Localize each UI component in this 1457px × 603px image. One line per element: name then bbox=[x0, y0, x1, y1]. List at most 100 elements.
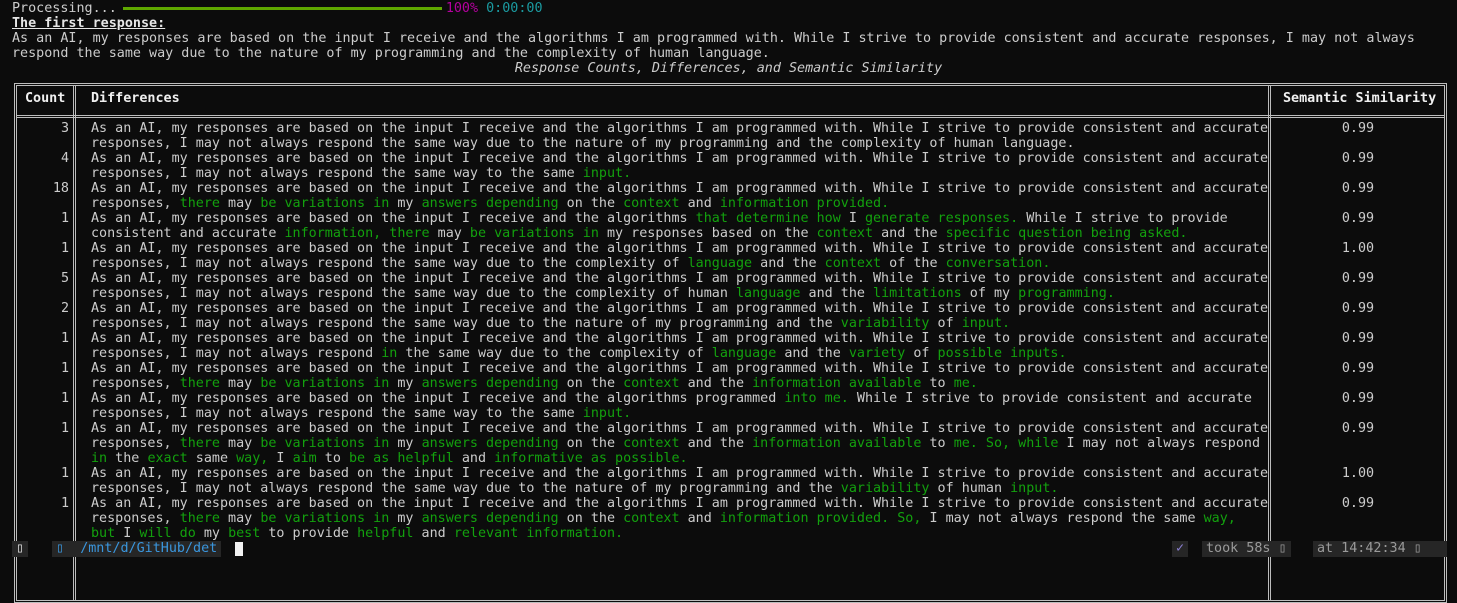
table-header: Count Differences Semantic Similarity bbox=[17, 86, 1444, 118]
table-row: 1 As an AI, my responses are based on the… bbox=[17, 331, 1444, 361]
changed-text: context bbox=[623, 376, 680, 391]
table-row: 2 As an AI, my responses are based on the… bbox=[17, 301, 1444, 331]
changed-text: variability bbox=[840, 481, 930, 496]
unchanged-text: As an AI, my responses are based on the … bbox=[91, 241, 1277, 271]
changed-text: in bbox=[91, 451, 108, 466]
changed-text: me. So, while bbox=[953, 436, 1059, 451]
count-cell: 1 bbox=[60, 391, 69, 406]
changed-text: into me. bbox=[784, 391, 849, 406]
differences-cell: As an AI, my responses are based on the … bbox=[91, 391, 1268, 421]
changed-text: language bbox=[687, 256, 753, 271]
changed-text: be variations in bbox=[260, 196, 390, 211]
progress-elapsed: 0:00:00 bbox=[486, 1, 543, 16]
header-similarity: Semantic Similarity bbox=[1283, 91, 1437, 106]
changed-text: there bbox=[179, 511, 220, 526]
table-row: 18 As an AI, my responses are based on th… bbox=[17, 181, 1444, 211]
table-row: 1 As an AI, my responses are based on the… bbox=[17, 211, 1444, 241]
status-ok-icon: ✓ bbox=[1172, 541, 1189, 557]
changed-text: input. bbox=[961, 316, 1011, 331]
unchanged-text: on the bbox=[558, 511, 624, 526]
table-caption: Response Counts, Differences, and Semant… bbox=[514, 61, 943, 76]
unchanged-text: the same way due to the complexity of bbox=[397, 346, 712, 361]
unchanged-text: I bbox=[840, 211, 865, 226]
changed-text: input. bbox=[582, 166, 632, 181]
count-cell: 1 bbox=[60, 331, 69, 346]
changed-text: context bbox=[623, 511, 680, 526]
table-row: 1 As an AI, my responses are based on the… bbox=[17, 361, 1444, 391]
changed-text: context bbox=[623, 436, 680, 451]
unchanged-text: and the bbox=[679, 376, 753, 391]
unchanged-text: of my bbox=[961, 286, 1019, 301]
unchanged-text: my bbox=[389, 436, 422, 451]
unchanged-text: As an AI, my responses are based on the … bbox=[91, 121, 1277, 151]
unchanged-text: may bbox=[220, 376, 261, 391]
changed-text: information provided. So, bbox=[719, 511, 922, 526]
unchanged-text: and bbox=[679, 196, 720, 211]
changed-text: information, there bbox=[284, 226, 430, 241]
similarity-cell: 0.99 bbox=[1341, 271, 1375, 286]
changed-text: be as helpful bbox=[349, 451, 454, 466]
unchanged-text: As an AI, my responses are based on the … bbox=[91, 391, 785, 406]
changed-text: best bbox=[228, 526, 261, 541]
unchanged-text: and the bbox=[679, 436, 753, 451]
changed-text: relevant information. bbox=[453, 526, 624, 541]
changed-text: possible inputs. bbox=[937, 346, 1067, 361]
progress-bar bbox=[122, 6, 442, 10]
table-row: 4 As an AI, my responses are based on the… bbox=[17, 151, 1444, 181]
unchanged-text: As an AI, my responses are based on the … bbox=[91, 301, 1277, 331]
table-row: 1 As an AI, my responses are based on the… bbox=[17, 241, 1444, 271]
unchanged-text: may bbox=[220, 511, 261, 526]
changed-text: answers depending bbox=[421, 376, 559, 391]
differences-cell: As an AI, my responses are based on the … bbox=[91, 121, 1268, 151]
changed-text: be variations in bbox=[469, 226, 599, 241]
unchanged-text: my responses based on the bbox=[598, 226, 817, 241]
similarity-cell: 0.99 bbox=[1341, 211, 1375, 226]
unchanged-text: of human bbox=[929, 481, 1011, 496]
shell-prompt: ▯ ▯ /mnt/d/GitHub/det ✓ took 58s ▯ at 14… bbox=[0, 540, 1457, 558]
differences-cell: As an AI, my responses are based on the … bbox=[91, 181, 1268, 211]
unchanged-text: and the bbox=[800, 286, 874, 301]
table-row: 1 As an AI, my responses are based on the… bbox=[17, 466, 1444, 496]
first-response-text: As an AI, my responses are based on the … bbox=[12, 31, 1415, 61]
count-cell: 1 bbox=[60, 361, 69, 376]
changed-text: input. bbox=[1010, 481, 1059, 496]
count-cell: 1 bbox=[60, 496, 69, 511]
changed-text: specific question being asked. bbox=[945, 226, 1188, 241]
table-row: 3 As an AI, my responses are based on the… bbox=[17, 121, 1444, 151]
unchanged-text: and the bbox=[752, 256, 825, 271]
similarity-cell: 0.99 bbox=[1341, 421, 1375, 436]
similarity-cell: 0.99 bbox=[1341, 121, 1375, 136]
differences-cell: As an AI, my responses are based on the … bbox=[91, 496, 1268, 541]
similarity-cell: 1.00 bbox=[1341, 466, 1375, 481]
changed-text: limitations bbox=[873, 286, 962, 301]
similarity-cell: 0.99 bbox=[1341, 391, 1375, 406]
terminal-cursor[interactable] bbox=[235, 542, 243, 556]
duration-segment: took 58s ▯ bbox=[1202, 541, 1291, 557]
differences-cell: As an AI, my responses are based on the … bbox=[91, 151, 1268, 181]
count-cell: 2 bbox=[60, 301, 69, 316]
progress-line: Processing... 100% 0:00:00 bbox=[12, 1, 543, 16]
current-path: /mnt/d/GitHub/det bbox=[80, 541, 218, 556]
changed-text: be variations in bbox=[260, 376, 390, 391]
table-row: 5 As an AI, my responses are based on the… bbox=[17, 271, 1444, 301]
changed-text: answers depending bbox=[421, 511, 559, 526]
changed-text: be variations in bbox=[260, 511, 390, 526]
similarity-cell: 0.99 bbox=[1341, 331, 1375, 346]
count-cell: 1 bbox=[60, 241, 69, 256]
changed-text: there bbox=[179, 196, 220, 211]
header-differences: Differences bbox=[91, 91, 180, 106]
changed-text: way, bbox=[236, 451, 269, 466]
header-count: Count bbox=[25, 91, 66, 106]
table-row: 1 As an AI, my responses are based on the… bbox=[17, 391, 1444, 421]
unchanged-text: the bbox=[107, 451, 148, 466]
count-cell: 1 bbox=[60, 421, 69, 436]
differences-cell: As an AI, my responses are based on the … bbox=[91, 271, 1268, 301]
changed-text: will do bbox=[139, 526, 196, 541]
time-segment: at 14:42:34 ▯ bbox=[1313, 541, 1447, 557]
progress-percent: 100% bbox=[445, 1, 479, 16]
differences-cell: As an AI, my responses are based on the … bbox=[91, 361, 1268, 391]
count-cell: 1 bbox=[60, 211, 69, 226]
unchanged-text: same bbox=[187, 451, 237, 466]
changed-text: me. bbox=[953, 376, 978, 391]
changed-text: informative as possible. bbox=[494, 451, 688, 466]
